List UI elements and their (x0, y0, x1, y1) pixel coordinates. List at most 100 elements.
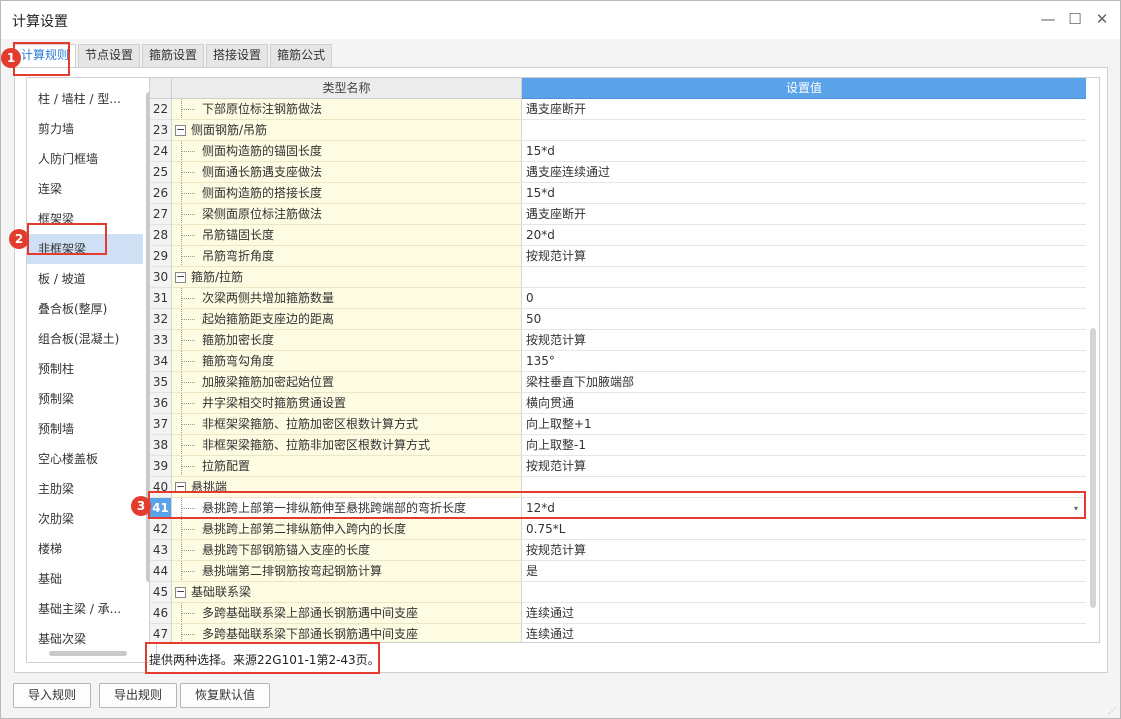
setting-value-cell[interactable]: 横向贯通 (522, 393, 1086, 414)
setting-value-cell[interactable]: 连续通过 (522, 603, 1086, 624)
table-row[interactable]: 24 侧面构造筋的锚固长度 15*d (150, 141, 1086, 162)
setting-value-cell[interactable]: 按规范计算 (522, 330, 1086, 351)
setting-label: 悬挑跨上部第二排纵筋伸入跨内的长度 (202, 522, 407, 536)
list-item[interactable]: 剪力墙 (27, 114, 143, 144)
setting-value-cell[interactable]: 向上取整-1 (522, 435, 1086, 456)
table-row[interactable]: 38 非框架梁箍筋、拉筋非加密区根数计算方式 向上取整-1 (150, 435, 1086, 456)
list-item[interactable]: 叠合板(整厚) (27, 294, 143, 324)
table-row[interactable]: 42 悬挑跨上部第二排纵筋伸入跨内的长度 0.75*L (150, 519, 1086, 540)
table-row[interactable]: 28 吊筋锚固长度 20*d (150, 225, 1086, 246)
table-row[interactable]: 43 悬挑跨下部钢筋锚入支座的长度 按规范计算 (150, 540, 1086, 561)
setting-value-cell[interactable]: 135° (522, 351, 1086, 372)
list-item[interactable]: 板 / 坡道 (27, 264, 143, 294)
setting-value-cell[interactable]: 按规范计算 (522, 540, 1086, 561)
import-rules-button[interactable]: 导入规则 (13, 683, 92, 708)
setting-value-cell[interactable]: 50 (522, 309, 1086, 330)
close-icon[interactable]: ✕ (1090, 7, 1114, 31)
list-item[interactable]: 组合板(混凝土) (27, 324, 143, 354)
setting-value: 横向贯通 (526, 396, 575, 410)
setting-value-cell[interactable]: 梁柱垂直下加腋端部 (522, 372, 1086, 393)
settings-grid: 类型名称 设置值 22 下部原位标注钢筋做法 遇支座断开 23− 侧面钢筋/吊筋 24 侧面… (149, 77, 1100, 643)
list-item[interactable]: 楼梯 (27, 534, 143, 564)
collapse-icon[interactable]: − (175, 271, 186, 283)
table-row[interactable]: 44 悬挑端第二排钢筋按弯起钢筋计算 是 (150, 561, 1086, 582)
list-item[interactable]: 空心楼盖板 (27, 444, 143, 474)
tree-branch (181, 235, 195, 236)
table-row[interactable]: 35 加腋梁箍筋加密起始位置 梁柱垂直下加腋端部 (150, 372, 1086, 393)
table-row[interactable]: 33 箍筋加密长度 按规范计算 (150, 330, 1086, 351)
marker-2: 2 (9, 229, 29, 249)
row-type-name-cell: 次梁两侧共增加箍筋数量 (172, 288, 522, 309)
list-item[interactable]: 预制柱 (27, 354, 143, 384)
list-item[interactable]: 基础 (27, 564, 143, 594)
setting-value-cell[interactable]: 20*d (522, 225, 1086, 246)
resize-grip-icon[interactable]: ⋰ (1108, 706, 1116, 715)
setting-value-cell[interactable]: 0.75*L (522, 519, 1086, 540)
table-row[interactable]: 36 井字梁相交时箍筋贯通设置 横向贯通 (150, 393, 1086, 414)
list-item[interactable]: 预制墙 (27, 414, 143, 444)
table-row[interactable]: 37 非框架梁箍筋、拉筋加密区根数计算方式 向上取整+1 (150, 414, 1086, 435)
setting-value-cell[interactable]: 0 (522, 288, 1086, 309)
table-row[interactable]: 22 下部原位标注钢筋做法 遇支座断开 (150, 99, 1086, 120)
list-item[interactable]: 柱 / 墙柱 / 型... (27, 84, 143, 114)
row-number: 43 (150, 540, 172, 561)
row-number: 31 (150, 288, 172, 309)
tab-lap-settings[interactable]: 搭接设置 (206, 44, 269, 67)
setting-value-cell[interactable]: 15*d (522, 141, 1086, 162)
minimize-icon[interactable]: — (1036, 7, 1060, 31)
window-title: 计算设置 (12, 14, 68, 30)
table-row[interactable]: 46 多跨基础联系梁上部通长钢筋遇中间支座 连续通过 (150, 603, 1086, 624)
restore-defaults-button[interactable]: 恢复默认值 (180, 683, 271, 708)
table-row[interactable]: 34 箍筋弯勾角度 135° (150, 351, 1086, 372)
list-item[interactable]: 预制梁 (27, 384, 143, 414)
collapse-icon[interactable]: − (175, 124, 186, 136)
table-row[interactable]: 26 侧面构造筋的搭接长度 15*d (150, 183, 1086, 204)
setting-label: 多跨基础联系梁上部通长钢筋遇中间支座 (202, 606, 419, 620)
setting-value: 连续通过 (526, 627, 575, 641)
setting-value-cell[interactable]: 连续通过 (522, 624, 1086, 642)
row-type-name-cell: − 侧面钢筋/吊筋 (172, 120, 522, 141)
list-item[interactable]: 次肋梁 (27, 504, 143, 534)
setting-value-cell[interactable]: 15*d (522, 183, 1086, 204)
setting-value-cell[interactable]: 遇支座断开 (522, 204, 1086, 225)
collapse-icon[interactable]: − (175, 586, 186, 598)
grid-vertical-scrollbar[interactable] (1090, 328, 1096, 608)
setting-value: 15*d (526, 144, 555, 158)
table-row[interactable]: 27 梁侧面原位标注筋做法 遇支座断开 (150, 204, 1086, 225)
list-item[interactable]: 基础主梁 / 承... (27, 594, 143, 624)
table-row[interactable]: 39 拉筋配置 按规范计算 (150, 456, 1086, 477)
setting-value-cell[interactable]: 按规范计算 (522, 246, 1086, 267)
table-row[interactable]: 29 吊筋弯折角度 按规范计算 (150, 246, 1086, 267)
list-item[interactable]: 人防门框墙 (27, 144, 143, 174)
maximize-icon[interactable]: ☐ (1063, 7, 1087, 31)
row-number: 33 (150, 330, 172, 351)
setting-value: 按规范计算 (526, 543, 587, 557)
setting-label: 吊筋弯折角度 (202, 249, 275, 263)
setting-value-cell[interactable]: 遇支座断开 (522, 99, 1086, 120)
list-item[interactable]: 连梁 (27, 174, 143, 204)
table-row[interactable]: 47 多跨基础联系梁下部通长钢筋遇中间支座 连续通过 (150, 624, 1086, 642)
table-row[interactable]: 32 起始箍筋距支座边的距离 50 (150, 309, 1086, 330)
list-item[interactable]: 基础次梁 (27, 624, 143, 654)
tree-branch (181, 319, 195, 320)
tab-stirrup-settings[interactable]: 箍筋设置 (142, 44, 205, 67)
table-row[interactable]: 31 次梁两侧共增加箍筋数量 0 (150, 288, 1086, 309)
list-item[interactable]: 主肋梁 (27, 474, 143, 504)
tab-node-settings[interactable]: 节点设置 (78, 44, 141, 67)
setting-value-cell[interactable]: 遇支座连续通过 (522, 162, 1086, 183)
setting-value-cell[interactable]: 按规范计算 (522, 456, 1086, 477)
table-row[interactable]: 25 侧面通长筋遇支座做法 遇支座连续通过 (150, 162, 1086, 183)
setting-label: 侧面构造筋的搭接长度 (202, 186, 323, 200)
row-number: 42 (150, 519, 172, 540)
table-row[interactable]: 23− 侧面钢筋/吊筋 (150, 120, 1086, 141)
setting-label: 吊筋锚固长度 (202, 228, 275, 242)
setting-value-cell[interactable]: 向上取整+1 (522, 414, 1086, 435)
calc-settings-window: 计算设置 — ☐ ✕ 计算规则 节点设置 箍筋设置 搭接设置 箍筋公式 柱 / … (0, 0, 1121, 719)
table-row[interactable]: 45− 基础联系梁 (150, 582, 1086, 603)
table-row[interactable]: 30− 箍筋/拉筋 (150, 267, 1086, 288)
row-type-name-cell: 悬挑跨上部第二排纵筋伸入跨内的长度 (172, 519, 522, 540)
setting-value-cell[interactable]: 是 (522, 561, 1086, 582)
tab-stirrup-formula[interactable]: 箍筋公式 (270, 44, 333, 67)
tree-branch (181, 151, 195, 152)
export-rules-button[interactable]: 导出规则 (99, 683, 178, 708)
